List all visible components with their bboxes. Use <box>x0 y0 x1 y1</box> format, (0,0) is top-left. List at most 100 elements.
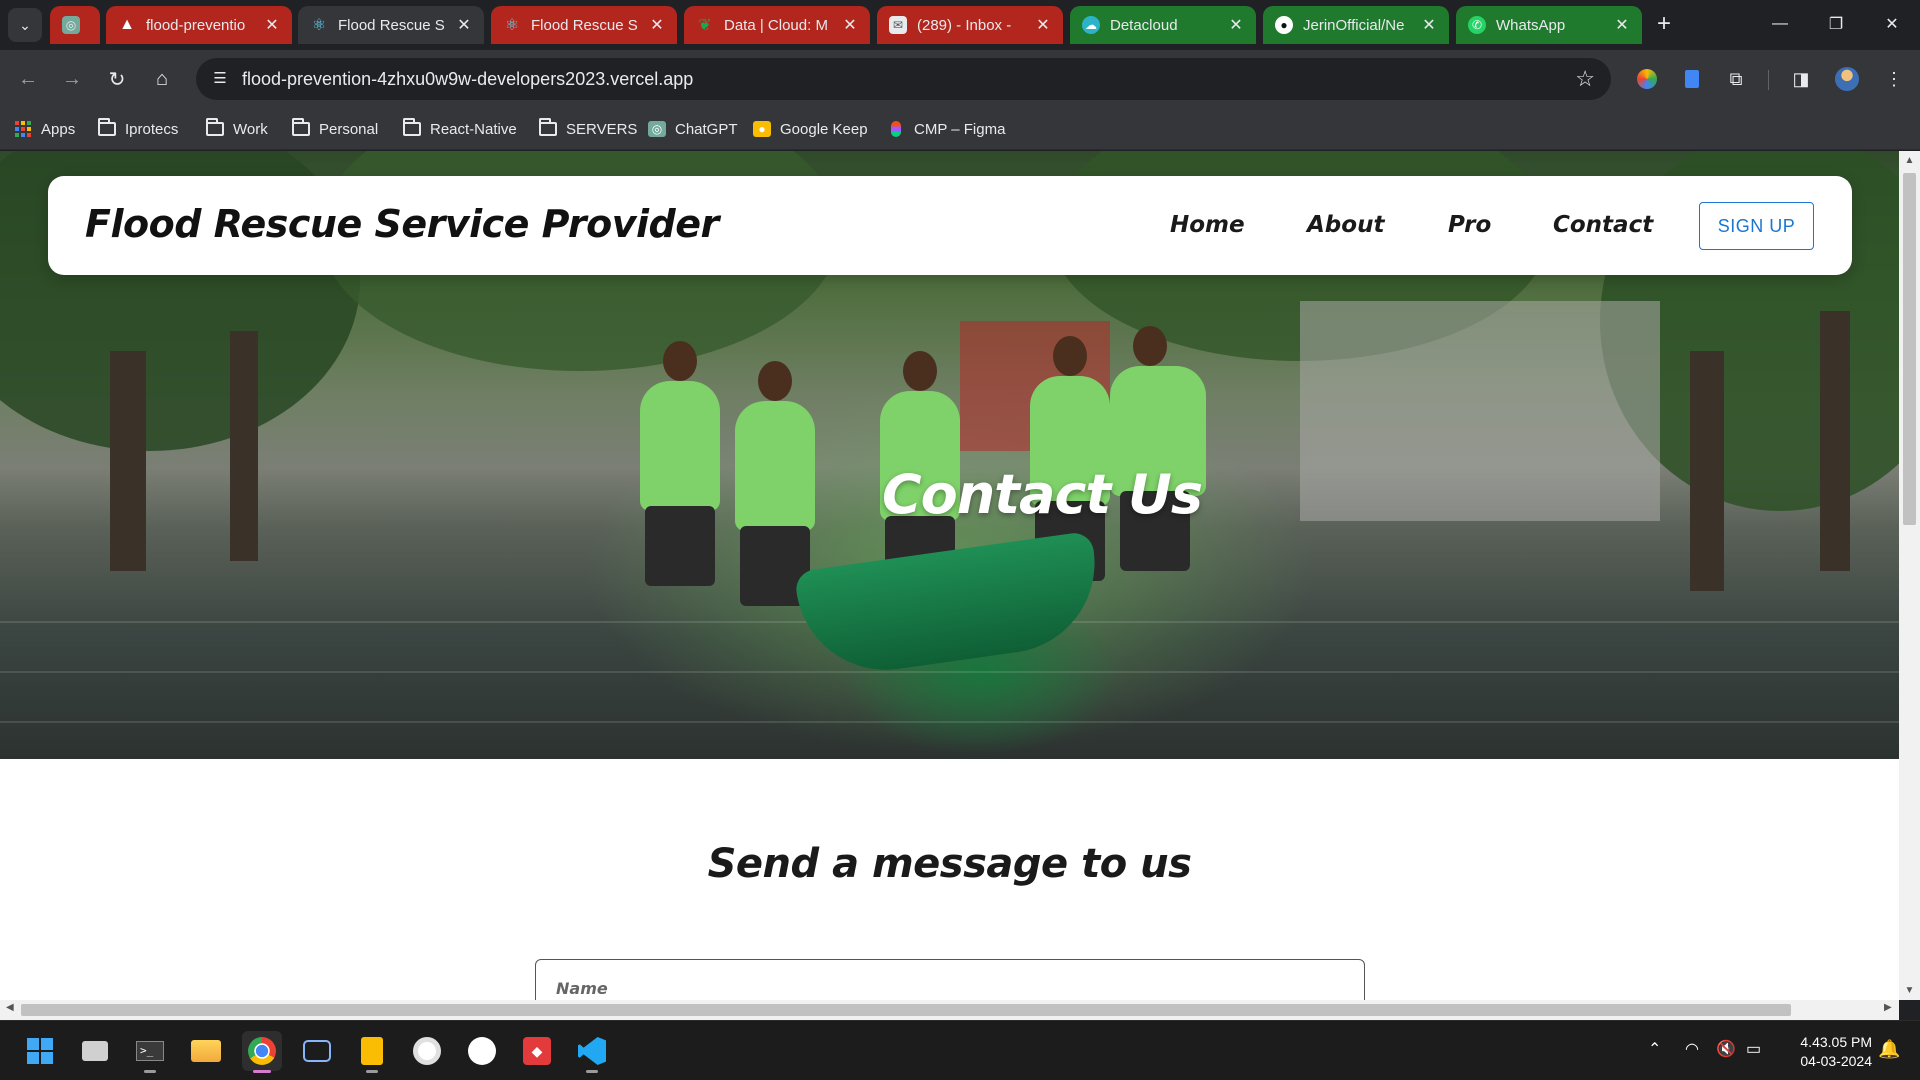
tab-flood-rescue[interactable]: ⚛ Flood Rescue S ✕ <box>491 6 677 44</box>
taskbar-terminal[interactable]: >_ <box>130 1031 170 1073</box>
chevron-up-icon[interactable]: ⌃ <box>1648 1039 1661 1059</box>
horizontal-scrollbar[interactable]: ◀ ▶ <box>0 1000 1899 1020</box>
close-icon[interactable]: ✕ <box>647 15 667 35</box>
battery-icon[interactable]: ▭ <box>1746 1039 1761 1059</box>
bookmark-label: Apps <box>41 120 76 138</box>
more-vert-icon: ⋮ <box>1885 68 1903 89</box>
tab-mongodb[interactable]: ❦ Data | Cloud: M ✕ <box>684 6 870 44</box>
nav-link-pro[interactable]: Pro <box>1448 212 1491 238</box>
water-reflection <box>0 721 1899 723</box>
profile-avatar[interactable] <box>1833 65 1861 93</box>
tab-whatsapp[interactable]: ✆ WhatsApp ✕ <box>1456 6 1642 44</box>
close-icon[interactable]: ✕ <box>840 15 860 35</box>
tab-github[interactable]: ● JerinOfficial/Ne ✕ <box>1263 6 1449 44</box>
whatsapp-icon: ✆ <box>1468 16 1486 34</box>
github-icon: ● <box>1275 16 1293 34</box>
bookmark-label: Google Keep <box>780 120 868 138</box>
new-tab-button[interactable]: + <box>1650 10 1678 38</box>
palette-icon <box>1637 69 1657 89</box>
bookmark-iprotecs[interactable]: Iprotecs <box>98 118 178 140</box>
scroll-left-icon[interactable]: ◀ <box>6 1002 14 1013</box>
tab-flood-prevention[interactable]: ▲ flood-preventio ✕ <box>106 6 292 44</box>
bookmark-work[interactable]: Work <box>206 118 268 140</box>
taskbar-github-desktop[interactable] <box>462 1031 502 1071</box>
volume-muted-icon[interactable]: 🔇 <box>1716 1039 1736 1059</box>
taskbar-chrome[interactable] <box>242 1031 282 1073</box>
extension-colorful-icon[interactable] <box>1633 65 1661 93</box>
bookmark-apps[interactable]: Apps <box>14 118 75 140</box>
close-window-button[interactable]: ✕ <box>1864 0 1920 48</box>
home-button[interactable]: ⌂ <box>146 63 178 95</box>
form-heading: Send a message to us <box>707 841 1192 887</box>
menu-button[interactable]: ⋮ <box>1880 65 1908 93</box>
keep-icon <box>361 1037 383 1065</box>
scroll-down-icon[interactable]: ▼ <box>1899 985 1920 996</box>
tree-trunk <box>1820 311 1850 571</box>
back-button[interactable]: ← <box>12 63 44 95</box>
name-input[interactable]: Name <box>535 959 1365 1000</box>
taskbar-keep[interactable] <box>352 1031 392 1073</box>
scroll-up-icon[interactable]: ▲ <box>1899 155 1920 166</box>
scrollbar-thumb[interactable] <box>21 1004 1791 1016</box>
bookmark-google-keep[interactable]: ● Google Keep <box>753 118 868 140</box>
tab-detacloud[interactable]: ☁ Detacloud ✕ <box>1070 6 1256 44</box>
taskbar-postman[interactable] <box>407 1031 447 1071</box>
extensions-button[interactable]: ⧉ <box>1722 65 1750 93</box>
minimize-button[interactable]: — <box>1752 0 1808 48</box>
close-icon[interactable]: ✕ <box>262 15 282 35</box>
scroll-right-icon[interactable]: ▶ <box>1884 1002 1892 1013</box>
avatar-icon <box>1835 67 1859 91</box>
nav-link-home[interactable]: Home <box>1170 212 1245 238</box>
tab-inbox[interactable]: ✉ (289) - Inbox - ✕ <box>877 6 1063 44</box>
address-bar[interactable]: ☰ flood-prevention-4zhxu0w9w-developers2… <box>196 58 1611 100</box>
tab-flood-rescue-active[interactable]: ⚛ Flood Rescue S ✕ <box>298 6 484 44</box>
forward-button[interactable]: → <box>56 63 88 95</box>
chevron-down-icon: ⌄ <box>19 16 31 33</box>
side-panel-button[interactable]: ◨ <box>1787 65 1815 93</box>
restore-button[interactable]: ❐ <box>1808 0 1864 48</box>
tab-search-button[interactable]: ⌄ <box>8 8 42 42</box>
close-icon[interactable]: ✕ <box>1033 15 1053 35</box>
taskbar-anydesk[interactable]: ◆ <box>517 1031 557 1071</box>
taskbar-file-explorer[interactable] <box>186 1031 226 1071</box>
bookmark-figma[interactable]: CMP – Figma <box>887 118 1005 140</box>
site-info-icon[interactable]: ☰ <box>210 69 230 89</box>
github-icon <box>468 1037 496 1065</box>
bookmark-react-native[interactable]: React-Native <box>403 118 517 140</box>
vertical-scrollbar[interactable]: ▲ ▼ <box>1899 151 1920 1000</box>
wifi-icon[interactable]: ◠ <box>1685 1039 1699 1059</box>
system-clock[interactable]: 4.43.05 PM 04-03-2024 <box>1782 1033 1872 1071</box>
close-icon[interactable]: ✕ <box>1612 15 1632 35</box>
close-icon[interactable]: ✕ <box>1419 15 1439 35</box>
start-button[interactable] <box>20 1031 60 1071</box>
scrollbar-thumb[interactable] <box>1903 173 1916 525</box>
tab-chatgpt[interactable]: ◎ <box>50 6 100 44</box>
taskbar-vscode[interactable] <box>572 1031 612 1073</box>
nav-link-about[interactable]: About <box>1307 212 1384 238</box>
nav-link-contact[interactable]: Contact <box>1553 212 1653 238</box>
document-icon <box>1685 70 1699 88</box>
puzzle-icon: ⧉ <box>1729 68 1743 89</box>
bookmark-chatgpt[interactable]: ◎ ChatGPT <box>648 118 738 140</box>
mail-icon: ✉ <box>889 16 907 34</box>
reload-button[interactable]: ↻ <box>101 63 133 95</box>
browser-toolbar: ← → ↻ ⌂ ☰ flood-prevention-4zhxu0w9w-dev… <box>0 50 1920 108</box>
tab-title: flood-preventio <box>146 16 246 34</box>
close-icon[interactable]: ✕ <box>1226 15 1246 35</box>
url-text[interactable]: flood-prevention-4zhxu0w9w-developers202… <box>242 69 693 90</box>
taskbar-feedback[interactable] <box>297 1031 337 1071</box>
windows-taskbar: >_ ◆ ⌃ ◠ 🔇 ▭ 4.43.05 PM 04-03-2024 🔔 <box>0 1020 1920 1080</box>
tab-title: Flood Rescue S <box>338 16 445 34</box>
bookmark-personal[interactable]: Personal <box>292 118 378 140</box>
notification-bell-icon[interactable]: 🔔 <box>1878 1039 1900 1060</box>
bookmark-star-icon[interactable]: ☆ <box>1575 66 1595 92</box>
sign-up-button[interactable]: SIGN UP <box>1699 202 1814 250</box>
close-icon[interactable]: ✕ <box>454 15 474 35</box>
tab-title: Flood Rescue S <box>531 16 638 34</box>
taskbar-task-view[interactable] <box>75 1031 115 1071</box>
page-viewport: Contact Us Flood Rescue Service Provider… <box>0 151 1899 1000</box>
extension-docs-icon[interactable] <box>1678 65 1706 93</box>
bookmark-label: Iprotecs <box>125 120 179 138</box>
brand-logo[interactable]: Flood Rescue Service Provider <box>85 202 719 246</box>
bookmark-servers[interactable]: SERVERS <box>539 118 637 140</box>
